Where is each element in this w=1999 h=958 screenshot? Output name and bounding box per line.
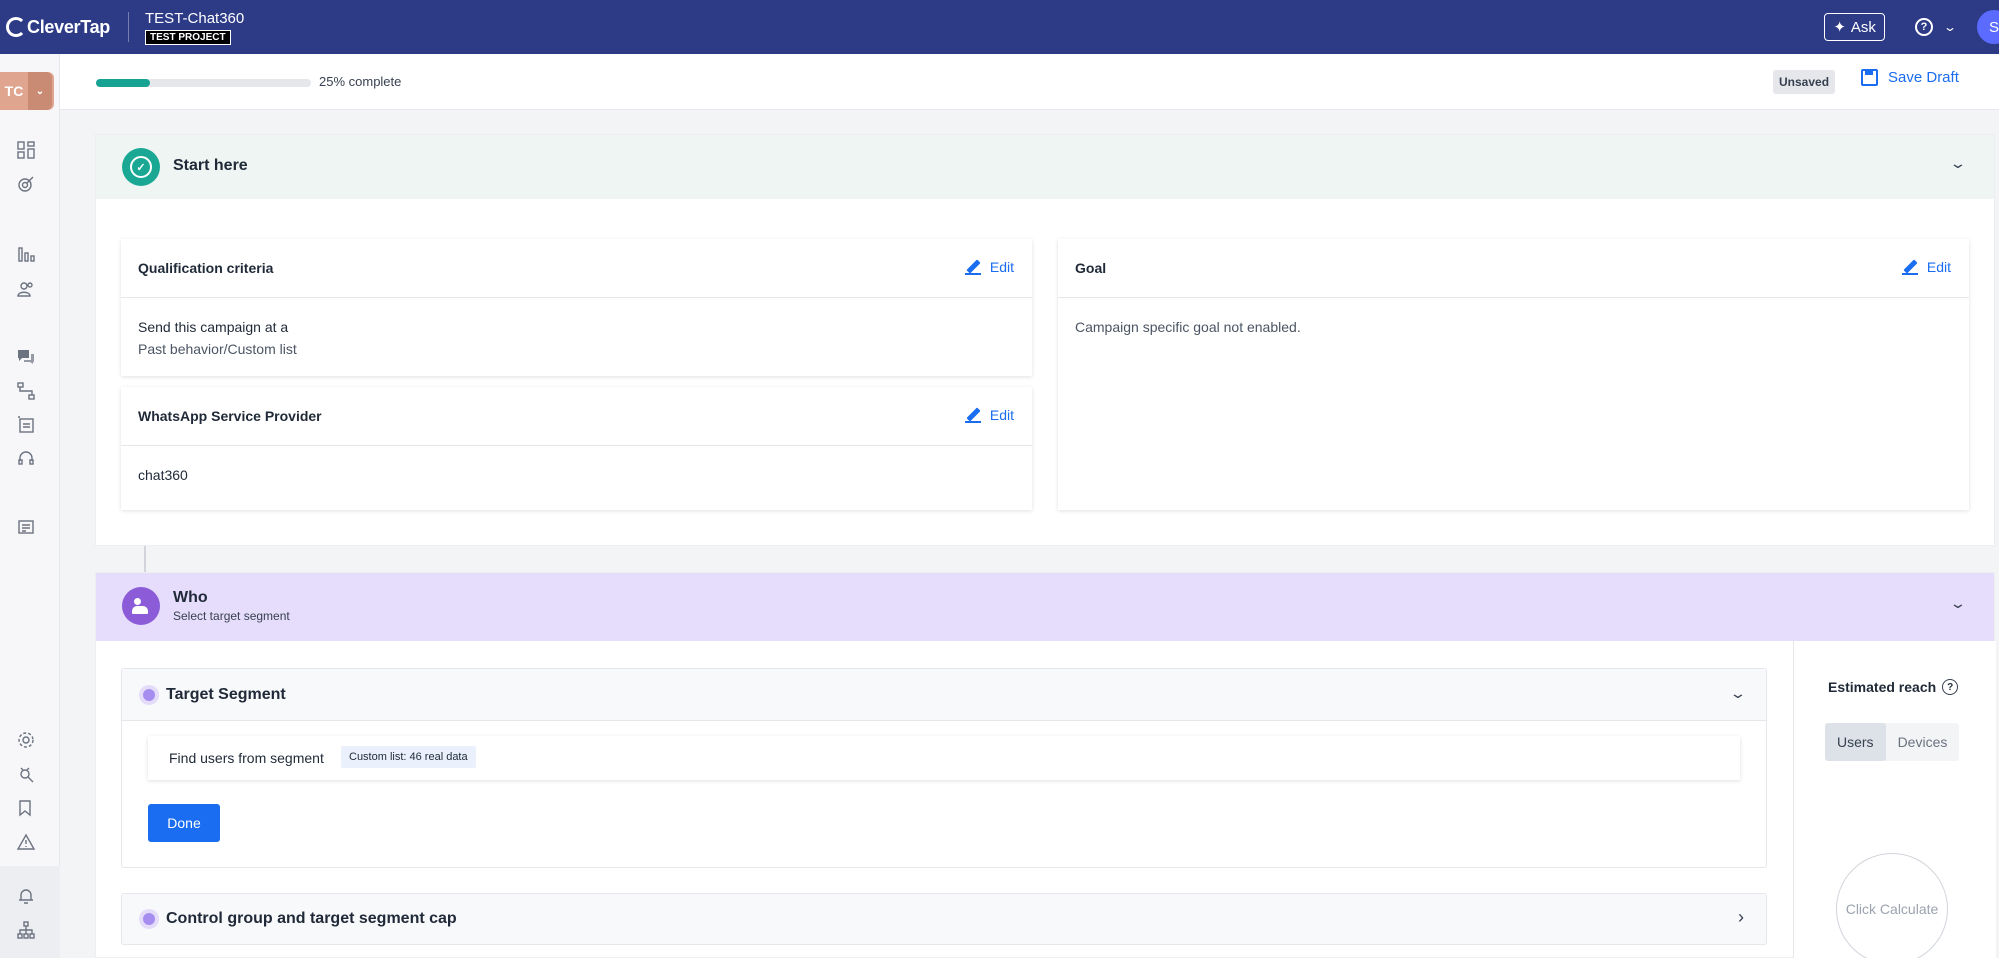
done-button[interactable]: Done: [148, 804, 220, 842]
start-here-title: Start here: [173, 157, 248, 174]
dashboard-icon[interactable]: [16, 140, 36, 160]
edit-label: Edit: [989, 259, 1014, 275]
bell-icon[interactable]: [16, 886, 36, 906]
support-icon[interactable]: [16, 449, 36, 469]
goal-edit-button[interactable]: Edit: [1901, 259, 1951, 275]
reach-toggle: Users Devices: [1825, 723, 1960, 761]
provider-edit-button[interactable]: Edit: [964, 407, 1014, 423]
start-here-section: ✓ Start here ⌄ Qualification criteria Ed…: [95, 134, 1995, 546]
chevron-right-icon[interactable]: ›: [1738, 907, 1744, 928]
goal-text: Campaign specific goal not enabled.: [1075, 319, 1301, 335]
save-draft-label: Save Draft: [1888, 69, 1959, 86]
estimated-reach-label: Estimated reach: [1828, 679, 1937, 695]
warning-icon[interactable]: [16, 832, 36, 852]
provider-card: WhatsApp Service Provider Edit chat360: [121, 387, 1032, 510]
qualification-line1: Send this campaign at a: [138, 319, 289, 335]
debug-icon[interactable]: [16, 764, 36, 784]
sidebar-bottom-group: [0, 866, 60, 958]
target-segment-title: Target Segment: [166, 686, 286, 703]
toggle-users[interactable]: Users: [1825, 723, 1886, 761]
toggle-devices[interactable]: Devices: [1886, 723, 1960, 761]
qualification-edit-button[interactable]: Edit: [964, 259, 1014, 275]
goal-card: Goal Edit Campaign specific goal not ena…: [1058, 239, 1969, 510]
control-group-title: Control group and target segment cap: [166, 910, 457, 927]
settings-icon[interactable]: [16, 730, 36, 750]
progress-fill: [96, 79, 150, 87]
progress-track: [96, 79, 311, 87]
sparkle-icon: ✦: [1833, 19, 1846, 36]
provider-title: WhatsApp Service Provider: [138, 408, 322, 424]
project-badge: TEST PROJECT: [145, 29, 231, 45]
start-here-header[interactable]: ✓ Start here ⌄: [96, 135, 1994, 199]
find-users-label: Find users from segment: [169, 750, 324, 766]
chevron-down-icon[interactable]: ⌄: [1729, 685, 1747, 702]
chat-icon[interactable]: [16, 347, 36, 367]
help-icon[interactable]: ?: [1914, 18, 1933, 36]
project-name: TEST-Chat360: [145, 9, 245, 27]
calculate-button[interactable]: Click Calculate: [1836, 853, 1948, 958]
qualification-title: Qualification criteria: [138, 260, 274, 276]
save-icon: [1861, 69, 1878, 86]
save-draft-button[interactable]: Save Draft: [1861, 69, 1959, 86]
target-segment-panel: Target Segment ⌄ Find users from segment…: [121, 668, 1767, 868]
progress-label: 25% complete: [319, 74, 402, 89]
clevertap-logo[interactable]: CleverTap: [6, 17, 110, 38]
users-icon[interactable]: [16, 279, 36, 299]
who-title: Who: [173, 589, 208, 606]
step-dot-icon: [139, 685, 159, 705]
who-subtitle: Select target segment: [173, 609, 290, 623]
sitemap-icon[interactable]: [16, 920, 36, 940]
edit-label: Edit: [989, 407, 1014, 423]
unsaved-badge: Unsaved: [1773, 70, 1836, 94]
segment-tag[interactable]: Custom list: 46 real data: [341, 746, 476, 768]
target-segment-header[interactable]: Target Segment ⌄: [122, 669, 1766, 721]
who-section: Who Select target segment ⌄ Target Segme…: [95, 572, 1996, 958]
edit-label: Edit: [1926, 259, 1951, 275]
qualification-line2: Past behavior/Custom list: [138, 341, 297, 357]
top-nav-bar: CleverTap TEST-Chat360 TEST PROJECT ✦ As…: [0, 0, 1999, 54]
find-users-row[interactable]: Find users from segment Custom list: 46 …: [148, 736, 1740, 780]
catalog-icon[interactable]: [16, 415, 36, 435]
who-header[interactable]: Who Select target segment ⌄: [96, 573, 1994, 641]
target-icon[interactable]: [16, 174, 36, 194]
bar-chart-icon[interactable]: [16, 244, 36, 264]
step-dot-icon: [139, 909, 159, 929]
account-initials: TC: [4, 83, 24, 99]
top-right-actions: ✦ Ask ? ⌄ ST: [1824, 0, 1999, 54]
control-group-panel[interactable]: Control group and target segment cap ›: [121, 893, 1767, 945]
report-icon[interactable]: [16, 517, 36, 537]
logo-ring-icon: [6, 17, 26, 37]
progress-header: 25% complete Unsaved Save Draft: [60, 54, 1999, 110]
chevron-down-icon[interactable]: ⌄: [1949, 595, 1967, 612]
journey-icon[interactable]: [16, 381, 36, 401]
estimated-reach-title: Estimated reach ?: [1828, 679, 1959, 695]
users-icon: [122, 587, 160, 625]
left-sidebar: TC ⌄: [0, 54, 60, 958]
ask-label: Ask: [1850, 18, 1876, 36]
pencil-icon: [964, 259, 981, 275]
chevron-down-icon[interactable]: ⌄: [1949, 155, 1967, 172]
question-icon[interactable]: ?: [1942, 679, 1959, 695]
pencil-icon: [964, 407, 981, 423]
section-connector: [144, 546, 146, 572]
chevron-down-icon[interactable]: ⌄: [1943, 20, 1957, 34]
pencil-icon: [1901, 259, 1918, 275]
project-switcher[interactable]: TEST-Chat360 TEST PROJECT: [145, 10, 244, 45]
qualification-card: Qualification criteria Edit Send this ca…: [121, 239, 1032, 376]
provider-value: chat360: [138, 467, 188, 483]
user-avatar[interactable]: ST: [1977, 10, 1999, 44]
chevron-down-icon: ⌄: [28, 72, 52, 110]
goal-title: Goal: [1075, 260, 1107, 276]
check-icon: ✓: [122, 148, 160, 186]
account-switcher[interactable]: TC ⌄: [0, 72, 54, 110]
logo-text: CleverTap: [27, 16, 111, 37]
bookmark-icon[interactable]: [16, 798, 36, 818]
estimated-reach-panel: Estimated reach ? Users Devices Click Ca…: [1793, 641, 1996, 958]
ask-button[interactable]: ✦ Ask: [1824, 13, 1885, 41]
logo-divider: [128, 12, 130, 42]
